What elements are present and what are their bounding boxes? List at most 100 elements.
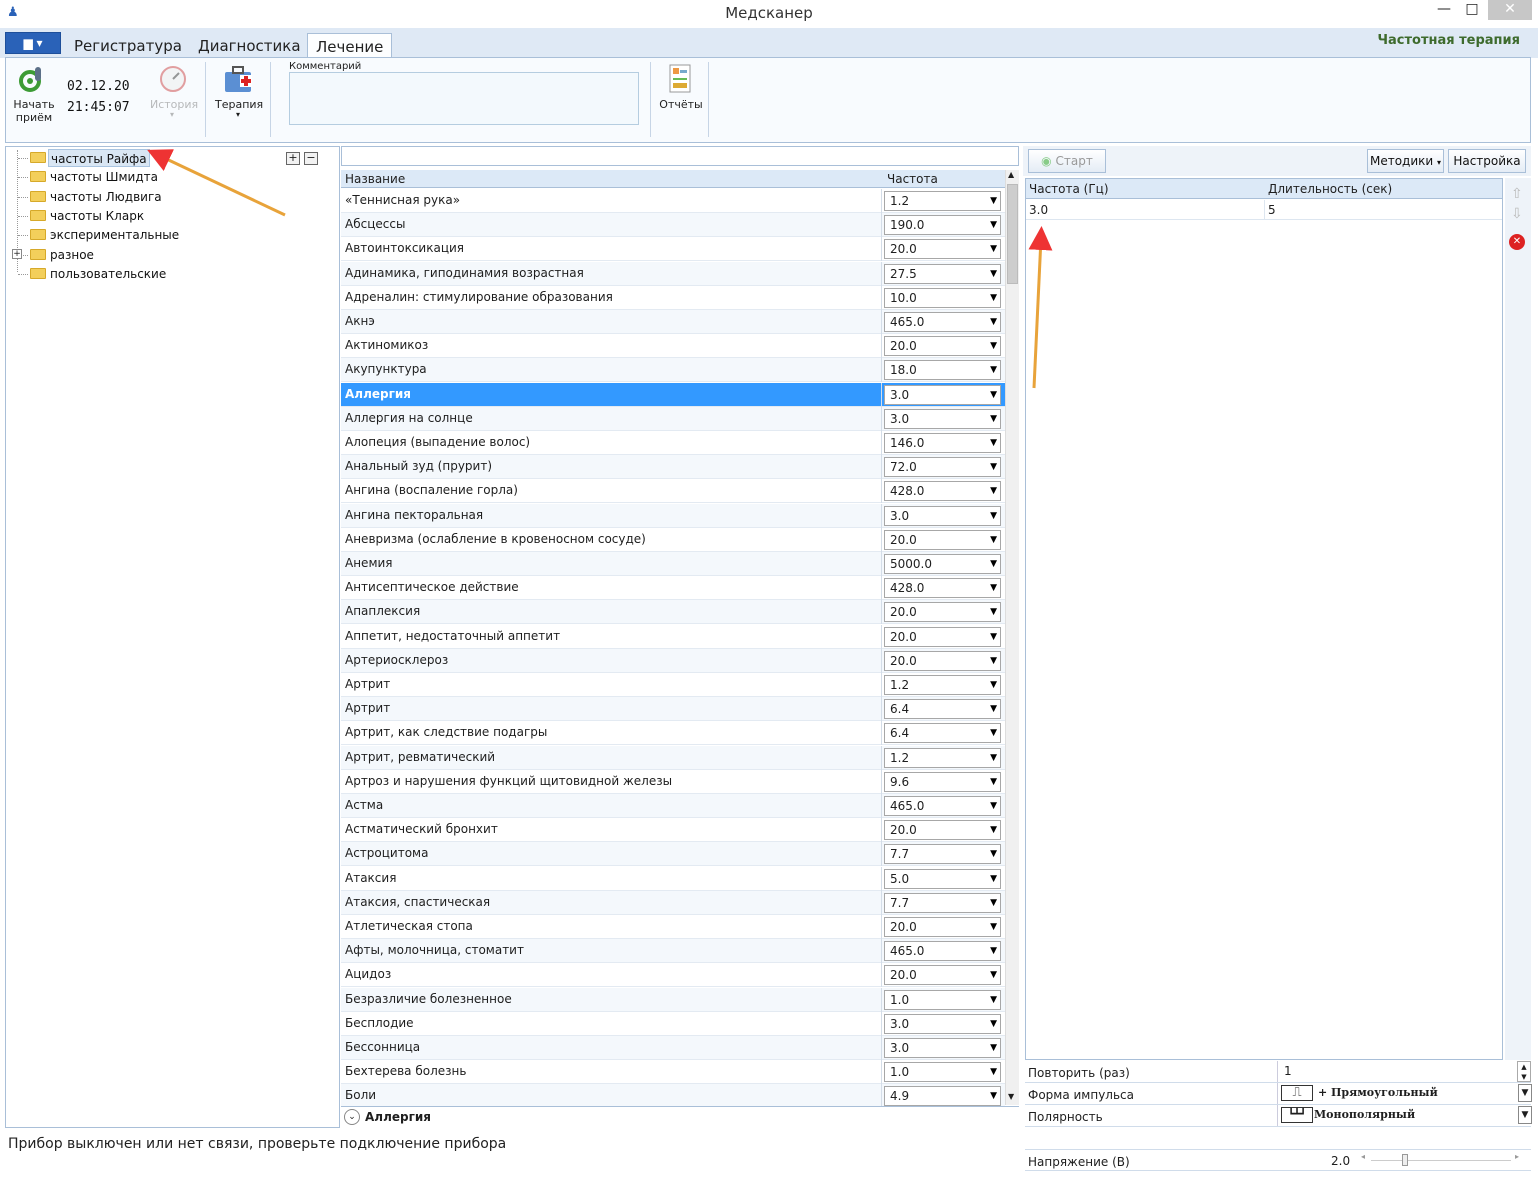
table-row[interactable]: Бехтерева болезнь 1.0 ▼ xyxy=(341,1060,1005,1085)
tab-treatment[interactable]: Лечение xyxy=(307,33,393,58)
repeat-value[interactable]: 1 xyxy=(1284,1064,1292,1078)
table-row[interactable]: Анемия 5000.0 ▼ xyxy=(341,552,1005,576)
table-row[interactable]: Атлетическая стопа 20.0 ▼ xyxy=(341,915,1005,939)
column-header-duration[interactable]: Длительность (сек) xyxy=(1268,182,1392,196)
table-row[interactable]: Безразличие болезненное 1.0 ▼ xyxy=(341,987,1005,1012)
frequency-select[interactable]: 20.0 ▼ xyxy=(884,336,1001,357)
tree-item[interactable]: частоты Кларк xyxy=(48,207,146,225)
frequency-select[interactable]: 27.5 ▼ xyxy=(884,263,1001,284)
file-menu-button[interactable]: ▆ ▾ xyxy=(5,32,61,54)
frequency-select[interactable]: 3.0 ▼ xyxy=(884,1038,1001,1058)
frequency-select[interactable]: 3.0 ▼ xyxy=(884,1013,1001,1034)
stepper-arrows-icon[interactable]: ▲ ▼ xyxy=(1517,1061,1531,1082)
frequency-select[interactable]: 20.0 ▼ xyxy=(884,965,1001,986)
maximize-button[interactable]: □ xyxy=(1460,0,1484,20)
grid-scrollbar[interactable]: ▲ ▼ xyxy=(1005,170,1019,1105)
table-row[interactable]: Артрит, ревматический 1.2 ▼ xyxy=(341,745,1005,770)
frequency-select[interactable]: 3.0 ▼ xyxy=(884,384,1001,405)
frequency-select[interactable]: 20.0 ▼ xyxy=(884,626,1001,647)
table-row[interactable]: Астматический бронхит 20.0 ▼ xyxy=(341,818,1005,843)
table-row[interactable]: Адинамика, гиподинамия возрастная 27.5 ▼ xyxy=(341,261,1005,286)
table-row[interactable]: Алопеция (выпадение волос) 146.0 ▼ xyxy=(341,431,1005,455)
frequency-select[interactable]: 465.0 ▼ xyxy=(884,941,1001,962)
table-row[interactable]: Астроцитома 7.7 ▼ xyxy=(341,842,1005,867)
frequency-select[interactable]: 20.0 ▼ xyxy=(884,820,1001,841)
table-row[interactable]: Ангина пекторальная 3.0 ▼ xyxy=(341,503,1005,528)
move-down-icon[interactable]: ⇩ xyxy=(1511,206,1523,222)
frequency-select[interactable]: 1.0 ▼ xyxy=(884,1062,1001,1083)
scroll-down-icon[interactable]: ▼ xyxy=(1008,1092,1014,1101)
start-reception-button[interactable]: Начать приём xyxy=(12,62,56,126)
frequency-select[interactable]: 4.9 ▼ xyxy=(884,1086,1001,1107)
table-row[interactable]: Ацидоз 20.0 ▼ xyxy=(341,963,1005,988)
frequency-select[interactable]: 20.0 ▼ xyxy=(884,529,1001,550)
table-row[interactable]: Артрит, как следствие подагры 6.4 ▼ xyxy=(341,721,1005,746)
frequency-select[interactable]: 428.0 ▼ xyxy=(884,481,1001,502)
column-header-name[interactable]: Название xyxy=(345,172,405,186)
frequency-select[interactable]: 3.0 ▼ xyxy=(884,505,1001,526)
frequency-select[interactable]: 72.0 ▼ xyxy=(884,457,1001,478)
table-row[interactable]: Адреналин: стимулирование образования 10.… xyxy=(341,285,1005,310)
table-row[interactable]: Артериосклероз 20.0 ▼ xyxy=(341,648,1005,673)
history-button[interactable]: История ▾ xyxy=(150,62,198,122)
frequency-select[interactable]: 20.0 ▼ xyxy=(884,917,1001,937)
frequency-select[interactable]: 18.0 ▼ xyxy=(884,360,1001,381)
table-row[interactable]: Аппетит, недостаточный аппетит 20.0 ▼ xyxy=(341,624,1005,649)
slider-thumb[interactable] xyxy=(1402,1154,1408,1166)
frequency-select[interactable]: 428.0 ▼ xyxy=(884,578,1001,599)
chevron-down-icon[interactable]: ⌄ xyxy=(344,1109,360,1125)
repeat-stepper[interactable]: 1 xyxy=(1277,1061,1517,1082)
frequency-select[interactable]: 190.0 ▼ xyxy=(884,215,1001,236)
tree-item[interactable]: экспериментальные xyxy=(48,226,181,244)
methods-dropdown[interactable]: Методики ▾ xyxy=(1367,149,1444,173)
settings-button[interactable]: Настройка xyxy=(1448,149,1526,173)
frequency-select[interactable]: 465.0 ▼ xyxy=(884,796,1001,816)
voltage-slider[interactable]: ◂ ▸ xyxy=(1361,1152,1523,1167)
table-row[interactable]: Боли 4.9 ▼ xyxy=(341,1084,1005,1109)
frequency-select[interactable]: 465.0 ▼ xyxy=(884,312,1001,332)
table-row[interactable]: Атаксия 5.0 ▼ xyxy=(341,866,1005,891)
table-row[interactable]: Бесплодие 3.0 ▼ xyxy=(341,1011,1005,1036)
frequency-select[interactable]: 5000.0 ▼ xyxy=(884,554,1001,574)
chevron-left-icon[interactable]: ◂ xyxy=(1361,1152,1365,1161)
frequency-select[interactable]: 3.0 ▼ xyxy=(884,408,1001,429)
table-row[interactable]: Аневризма (ослабление в кровеносном сосу… xyxy=(341,527,1005,552)
chevron-right-icon[interactable]: ▸ xyxy=(1515,1152,1519,1161)
tab-diagnostics[interactable]: Диагностика xyxy=(190,33,309,58)
table-row[interactable]: Атаксия, спастическая 7.7 ▼ xyxy=(341,890,1005,915)
table-row[interactable]: Анальный зуд (прурит) 72.0 ▼ xyxy=(341,455,1005,480)
table-row[interactable]: Ангина (воспаление горла) 428.0 ▼ xyxy=(341,479,1005,504)
program-row-duration[interactable]: 5 xyxy=(1268,203,1276,217)
tab-registry[interactable]: Регистратура xyxy=(66,33,190,58)
scroll-thumb[interactable] xyxy=(1007,184,1018,284)
table-row[interactable]: Автоинтоксикация 20.0 ▼ xyxy=(341,237,1005,262)
column-header-freq[interactable]: Частота xyxy=(887,172,938,186)
table-row[interactable]: Аллергия на солнце 3.0 ▼ xyxy=(341,406,1005,431)
table-row[interactable]: Акнэ 465.0 ▼ xyxy=(341,310,1005,334)
program-row-frequency[interactable]: 3.0 xyxy=(1029,203,1048,217)
frequency-select[interactable]: 7.7 ▼ xyxy=(884,892,1001,913)
frequency-select[interactable]: 6.4 ▼ xyxy=(884,723,1001,744)
table-row[interactable]: Артрит 1.2 ▼ xyxy=(341,673,1005,697)
table-row[interactable]: Бессонница 3.0 ▼ xyxy=(341,1036,1005,1060)
table-row[interactable]: Астма 465.0 ▼ xyxy=(341,794,1005,818)
table-row[interactable]: «Теннисная рука» 1.2 ▼ xyxy=(341,189,1005,213)
table-row[interactable]: Актиномикоз 20.0 ▼ xyxy=(341,334,1005,359)
expand-node-icon[interactable]: + xyxy=(12,248,22,259)
frequency-select[interactable]: 1.2 ▼ xyxy=(884,191,1001,211)
frequency-select[interactable]: 6.4 ▼ xyxy=(884,699,1001,720)
frequency-select[interactable]: 9.6 ▼ xyxy=(884,771,1001,792)
table-row[interactable]: Аллергия 3.0 ▼ xyxy=(341,382,1005,407)
table-row[interactable]: Артрит 6.4 ▼ xyxy=(341,697,1005,722)
table-row[interactable]: Акупунктура 18.0 ▼ xyxy=(341,358,1005,383)
close-button[interactable]: ✕ xyxy=(1488,0,1532,20)
scroll-up-icon[interactable]: ▲ xyxy=(1008,170,1014,179)
frequency-select[interactable]: 7.7 ▼ xyxy=(884,844,1001,865)
frequency-select[interactable]: 146.0 ▼ xyxy=(884,433,1001,453)
frequency-select[interactable]: 1.2 ▼ xyxy=(884,675,1001,695)
collapse-all-button[interactable]: − xyxy=(304,152,318,165)
reports-button[interactable]: Отчёты xyxy=(659,62,703,116)
table-row[interactable]: Апаплексия 20.0 ▼ xyxy=(341,600,1005,625)
pulse-shape-select[interactable]: ⎍ + Прямоугольный ▼ xyxy=(1277,1083,1532,1104)
filter-input[interactable] xyxy=(341,146,1019,166)
